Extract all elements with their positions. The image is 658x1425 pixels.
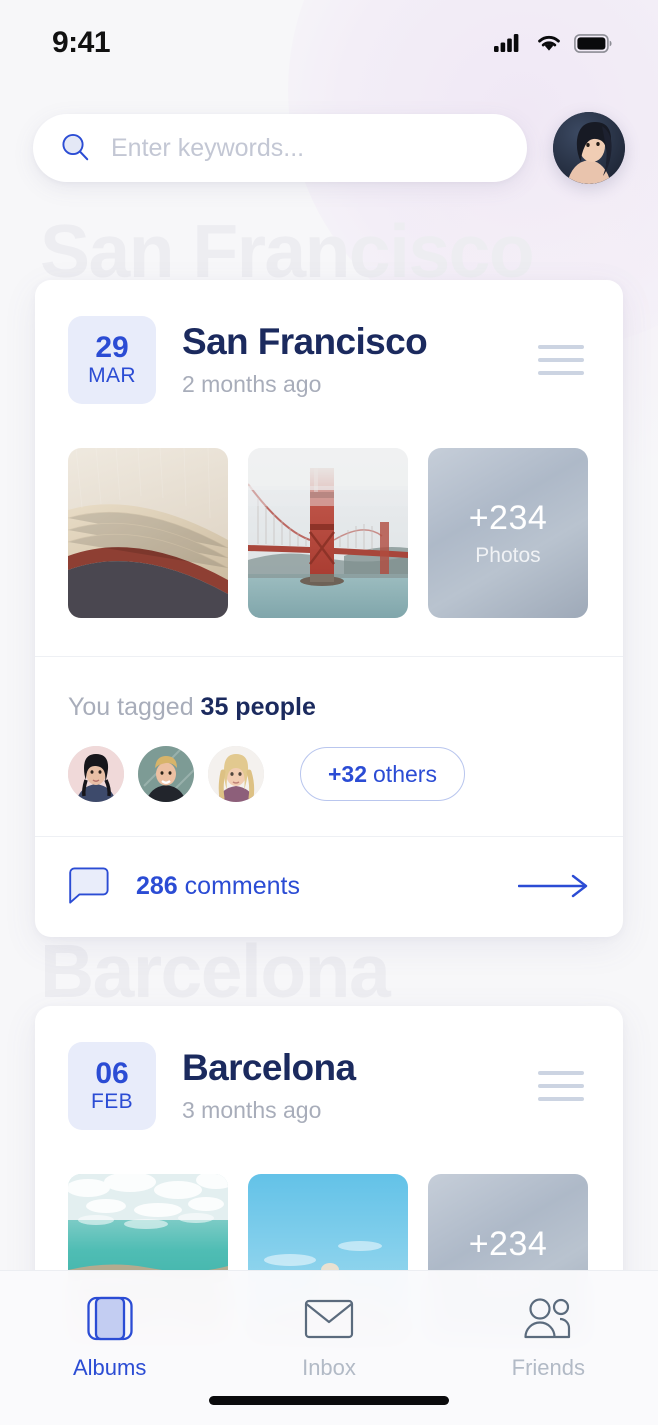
album-header-text: Barcelona 3 months ago xyxy=(182,1047,538,1124)
search-icon xyxy=(59,131,93,165)
home-indicator[interactable] xyxy=(209,1396,449,1405)
more-photos-count: +234 xyxy=(468,1224,548,1263)
search-input[interactable] xyxy=(111,133,501,163)
tagged-person-3 xyxy=(208,746,264,802)
album-subtitle: 3 months ago xyxy=(182,1096,322,1123)
album-date-day: 29 xyxy=(95,330,129,364)
avatar-image xyxy=(553,112,625,184)
tagged-others-button[interactable]: +32 others xyxy=(300,747,465,801)
golden-gate-bridge-photo xyxy=(248,448,408,618)
more-photos-label: Photos xyxy=(475,543,541,567)
wifi-icon xyxy=(538,35,560,51)
album-subtitle: 2 months ago xyxy=(182,370,322,397)
tagged-people-section: You tagged 35 people +32 others xyxy=(35,657,623,836)
comments-text: 286 comments xyxy=(136,872,518,901)
album-date-month: FEB xyxy=(90,1090,134,1114)
comments-row[interactable]: 286 comments xyxy=(35,837,623,937)
menu-line xyxy=(538,1097,584,1101)
album-title: San Francisco xyxy=(182,321,428,363)
more-photos-count: +234 xyxy=(468,498,548,537)
tab-albums[interactable]: Albums xyxy=(0,1293,219,1381)
album-card-san-francisco[interactable]: 29 MAR San Francisco 2 months ago +234 P… xyxy=(35,280,623,937)
menu-line xyxy=(538,358,584,362)
album-date-badge: 29 MAR xyxy=(68,316,156,404)
tagged-count: 35 people xyxy=(200,693,316,721)
album-date-month: MAR xyxy=(88,364,136,388)
albums-icon xyxy=(84,1293,136,1345)
album-card-header: 06 FEB Barcelona 3 months ago xyxy=(35,1006,623,1130)
tagged-person-1 xyxy=(68,746,124,802)
menu-line xyxy=(538,371,584,375)
status-bar: 9:41 xyxy=(0,0,658,80)
comment-bubble-icon xyxy=(68,867,110,905)
cellular-signal-icon xyxy=(494,34,519,52)
search-bar[interactable] xyxy=(33,114,527,182)
profile-avatar[interactable] xyxy=(553,112,625,184)
tagged-prefix: You tagged xyxy=(68,693,201,721)
arrow-right-icon[interactable] xyxy=(517,873,590,899)
menu-line xyxy=(538,345,584,349)
tab-label-friends: Friends xyxy=(511,1355,585,1380)
search-row xyxy=(0,112,658,184)
comments-label: comments xyxy=(184,871,300,900)
hamburger-menu-icon[interactable] xyxy=(538,345,584,375)
tab-label-inbox: Inbox xyxy=(302,1355,356,1380)
tagged-avatar[interactable] xyxy=(68,746,124,802)
tagged-avatar[interactable] xyxy=(208,746,264,802)
comments-count: 286 xyxy=(136,871,178,900)
envelope-icon xyxy=(304,1293,354,1345)
battery-full-icon xyxy=(574,33,612,53)
album-photo-thumbnail[interactable] xyxy=(68,448,228,618)
others-label: others xyxy=(373,760,437,787)
tagged-person-2 xyxy=(138,746,194,802)
album-title: Barcelona xyxy=(182,1047,356,1089)
tab-inbox[interactable]: Inbox xyxy=(219,1293,438,1381)
album-header-text: San Francisco 2 months ago xyxy=(182,321,538,398)
friends-icon xyxy=(522,1293,574,1345)
tagged-people-text: You tagged 35 people xyxy=(68,693,590,722)
album-date-day: 06 xyxy=(95,1056,129,1090)
album-photo-thumbnail[interactable] xyxy=(248,448,408,618)
tab-friends[interactable]: Friends xyxy=(439,1293,658,1381)
menu-line xyxy=(538,1084,584,1088)
status-bar-icons xyxy=(494,33,612,53)
curved-concrete-architecture-photo xyxy=(68,448,228,618)
album-date-badge: 06 FEB xyxy=(68,1042,156,1130)
album-more-photos-tile[interactable]: +234 Photos xyxy=(428,448,588,618)
others-count: +32 xyxy=(328,760,368,787)
tab-label-albums: Albums xyxy=(72,1355,147,1380)
hamburger-menu-icon[interactable] xyxy=(538,1071,584,1101)
album-photo-strip: +234 Photos xyxy=(35,404,623,656)
app-screen: 9:41 Enter keywords... San Francisco 29 … xyxy=(0,0,658,1425)
menu-line xyxy=(538,1071,584,1075)
status-bar-time: 9:41 xyxy=(52,26,111,59)
tagged-avatar[interactable] xyxy=(138,746,194,802)
album-watermark-2: Barcelona xyxy=(40,929,391,1013)
tagged-avatars-row: +32 others xyxy=(68,746,590,802)
album-card-header: 29 MAR San Francisco 2 months ago xyxy=(35,280,623,404)
